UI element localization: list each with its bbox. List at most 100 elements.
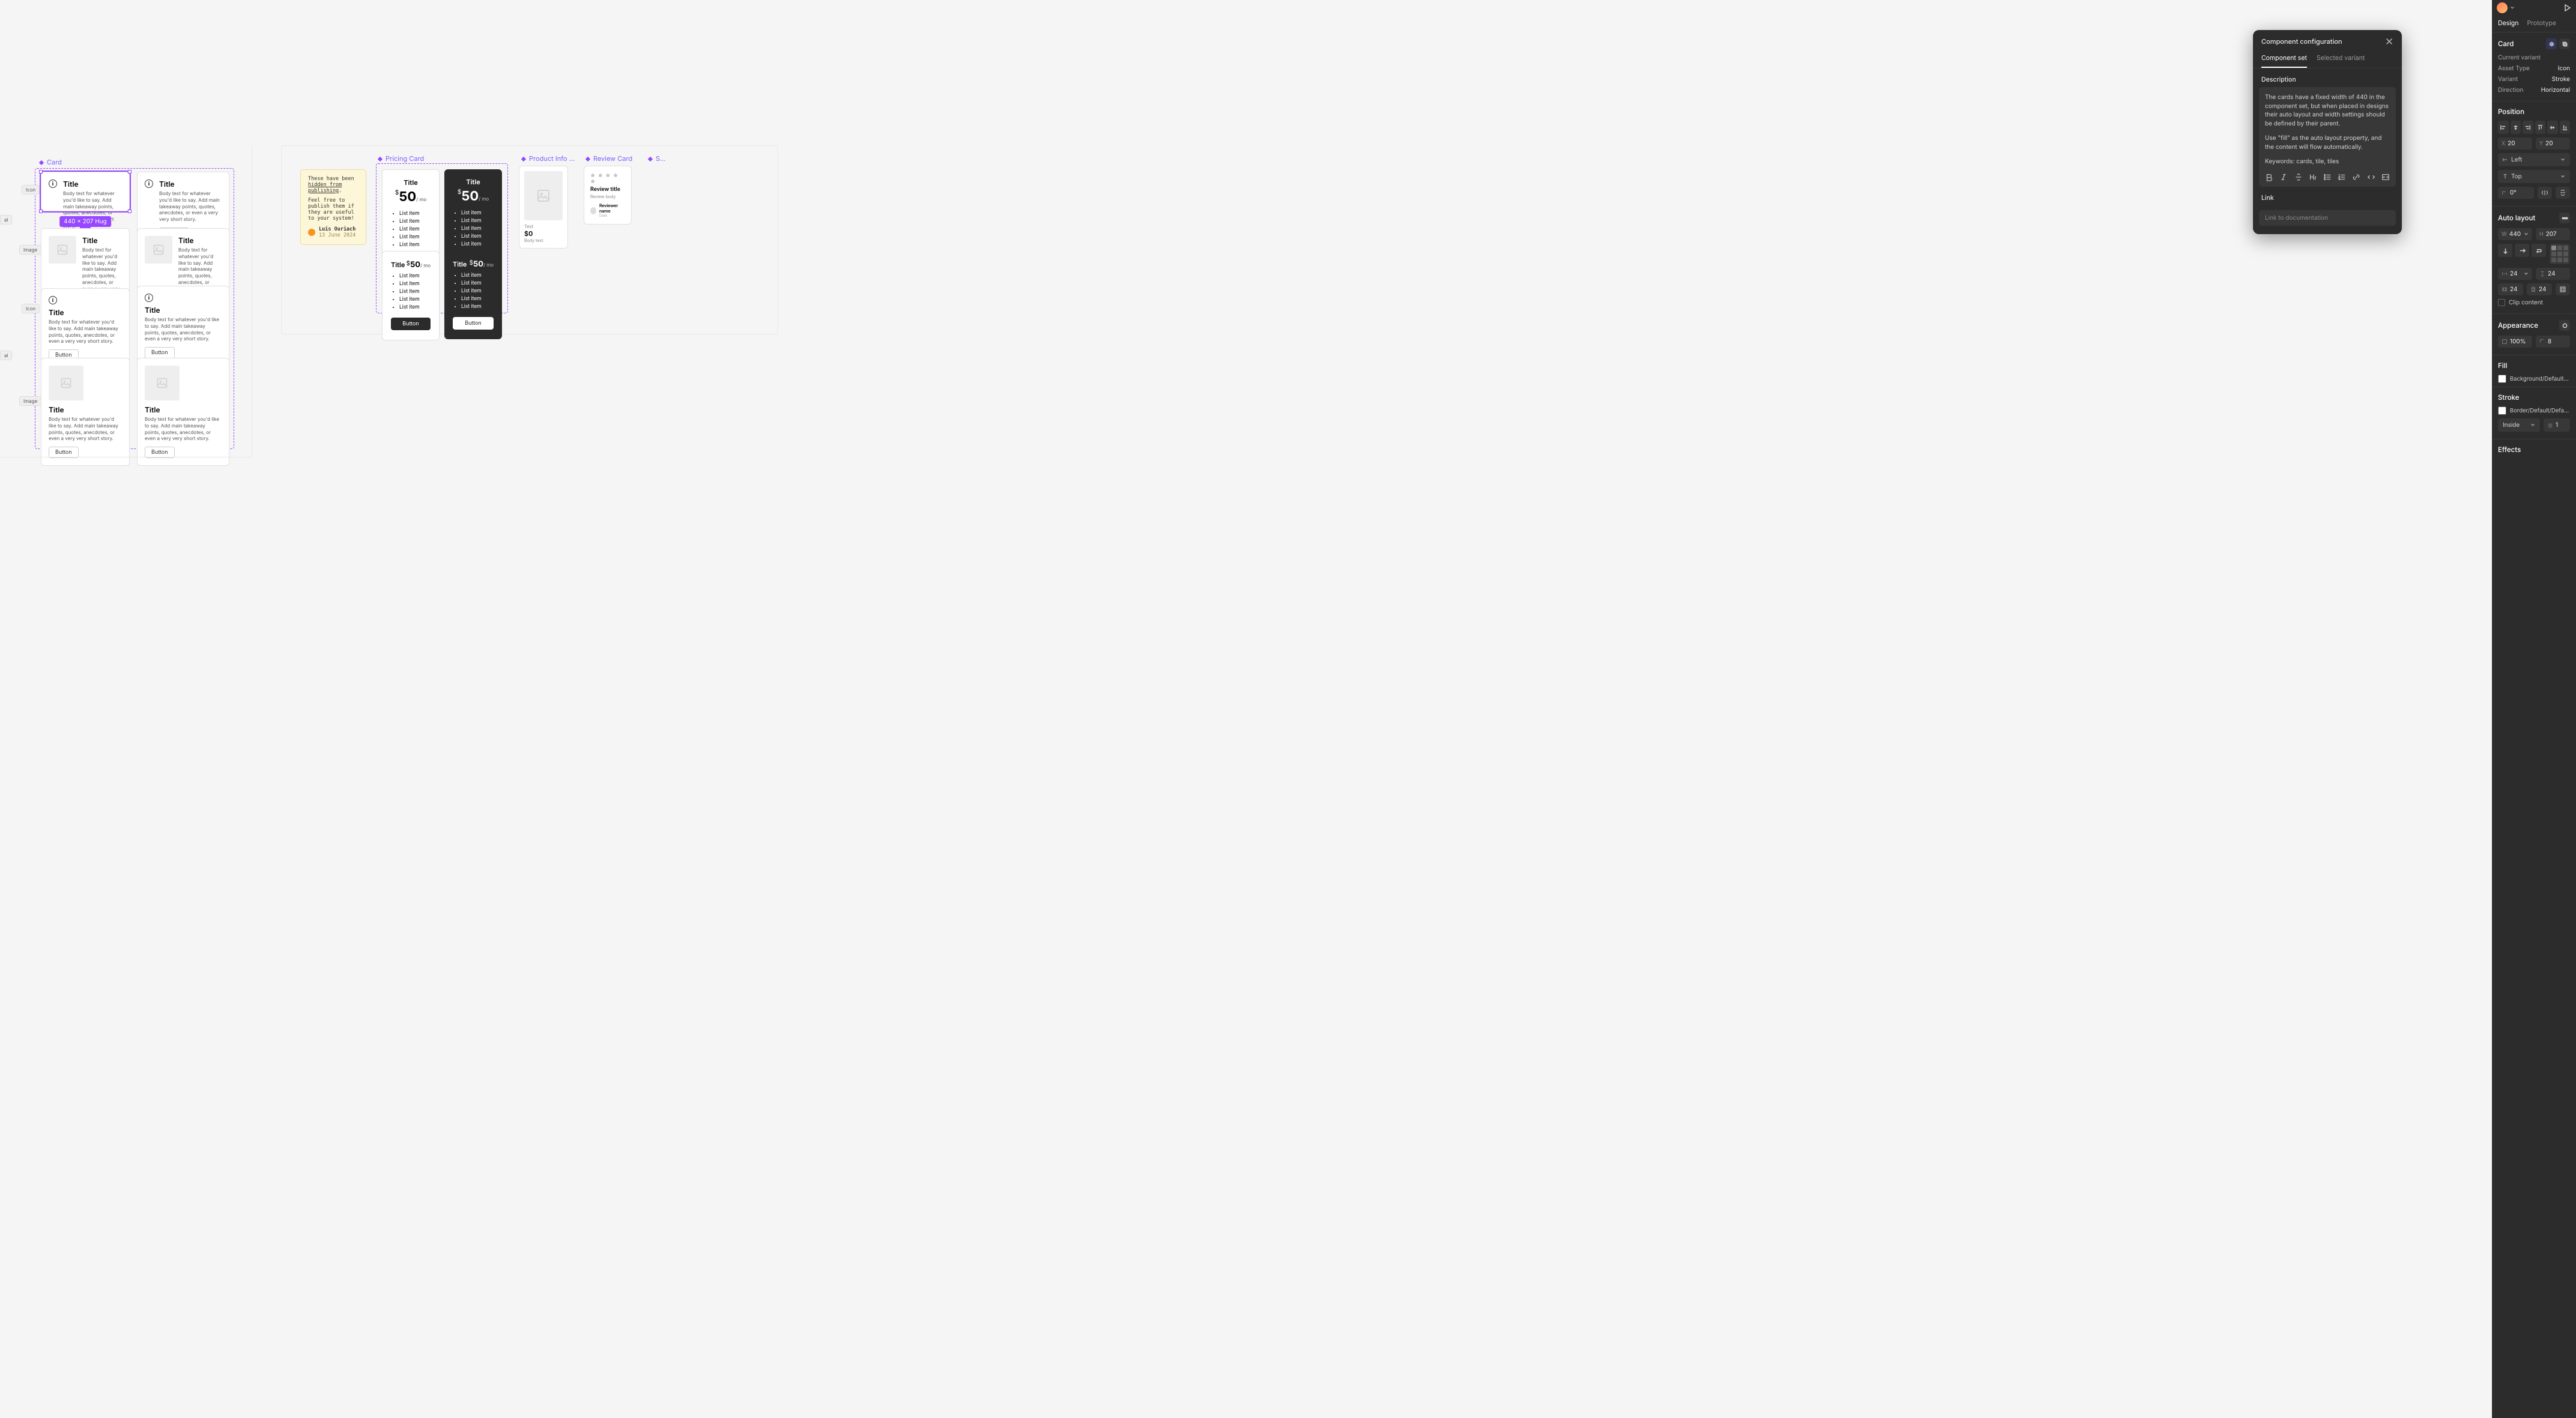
- align-top-icon[interactable]: [2535, 121, 2546, 134]
- review-body: Review body: [590, 194, 625, 199]
- section-title-autolayout: Auto layout: [2498, 214, 2535, 222]
- review-stars: ☆ ☆ ☆ ☆ ☆: [590, 172, 625, 184]
- clip-content-label: Clip content: [2509, 299, 2543, 306]
- note-date: 13 June 2024: [319, 232, 355, 238]
- close-icon[interactable]: [2385, 37, 2393, 46]
- y-field[interactable]: Y20: [2536, 137, 2570, 149]
- x-field[interactable]: X20: [2498, 137, 2532, 149]
- heading-icon[interactable]: [2309, 172, 2317, 182]
- opacity-field[interactable]: 100%: [2498, 336, 2532, 348]
- sticky-note[interactable]: These have been hidden from publishing. …: [300, 169, 366, 245]
- pricing-list: List itemList itemList itemList itemList…: [453, 273, 494, 310]
- align-left-icon[interactable]: [2498, 121, 2509, 134]
- code-icon[interactable]: [2367, 172, 2375, 182]
- pricing-list: List itemList itemList itemList itemList…: [391, 273, 431, 310]
- note-avatar: [308, 229, 315, 236]
- bullet-list-icon[interactable]: [2323, 172, 2332, 182]
- frame-label-pricing[interactable]: Pricing Card: [377, 154, 424, 163]
- fill-style-name: Background/Default/…: [2510, 376, 2570, 382]
- selection-name: Card: [2498, 40, 2514, 48]
- direction-wrap-icon[interactable]: [2532, 244, 2546, 257]
- clip-content-checkbox[interactable]: [2498, 299, 2505, 306]
- stroke-value[interactable]: Border/Default/Default: [2498, 406, 2570, 415]
- description-p1: The cards have a fixed width of 440 in t…: [2265, 93, 2390, 128]
- align-right-icon[interactable]: [2523, 121, 2533, 134]
- width-field[interactable]: W440: [2498, 228, 2532, 240]
- tab-selected-variant[interactable]: Selected variant: [2317, 50, 2365, 68]
- review-card[interactable]: ☆ ☆ ☆ ☆ ☆ Review title Review body Revie…: [584, 166, 632, 225]
- pricing-button[interactable]: Button: [391, 318, 431, 330]
- height-field[interactable]: H207: [2536, 228, 2570, 240]
- vertical-align-dropdown[interactable]: Top: [2498, 170, 2570, 183]
- current-variant-label: Current variant: [2498, 54, 2541, 61]
- section-title-position: Position: [2498, 107, 2524, 116]
- pricing-title: Title: [391, 178, 431, 187]
- product-body: Body text.: [524, 238, 563, 243]
- section-title-appearance: Appearance: [2498, 321, 2538, 330]
- play-icon[interactable]: [2563, 4, 2571, 12]
- padding-detail-icon[interactable]: [2556, 283, 2570, 295]
- stroke-position-dropdown[interactable]: Inside: [2498, 418, 2540, 432]
- prop-value[interactable]: Stroke: [2552, 76, 2570, 83]
- direction-horizontal-icon[interactable]: [2515, 244, 2529, 257]
- flip-h-icon[interactable]: [2538, 187, 2552, 199]
- rotation-field[interactable]: 0°: [2498, 187, 2534, 199]
- padding-v-field[interactable]: 24: [2527, 283, 2552, 295]
- link-input[interactable]: Link to documentation: [2259, 210, 2396, 226]
- description-label: Description: [2253, 68, 2402, 87]
- page-frame: [0, 145, 252, 457]
- strikethrough-icon[interactable]: [2294, 172, 2302, 182]
- component-icon: [647, 155, 653, 161]
- gap-h-field[interactable]: 24: [2498, 268, 2532, 280]
- gap-v-field[interactable]: 24: [2536, 268, 2570, 280]
- padding-h-field[interactable]: 24: [2498, 283, 2523, 295]
- inspector-panel: Design Prototype Card Current variant As…: [2492, 0, 2576, 1418]
- product-price: $0: [524, 229, 563, 238]
- radius-field[interactable]: 8: [2536, 336, 2570, 348]
- component-icon: [377, 155, 383, 161]
- frame-label-product[interactable]: Product Info …: [521, 154, 575, 163]
- align-vcenter-icon[interactable]: [2547, 121, 2558, 134]
- section-title-fill: Fill: [2498, 361, 2507, 370]
- prop-value[interactable]: Horizontal: [2541, 86, 2570, 94]
- frame-label-review[interactable]: Review Card: [585, 154, 632, 163]
- description-keywords: Keywords: cards, tile, tiles: [2265, 157, 2390, 166]
- autolayout-settings-icon[interactable]: [2559, 213, 2570, 223]
- settings-icon[interactable]: [2546, 38, 2557, 49]
- pricing-card-light-compact[interactable]: Title $50/ mo List itemList itemList ite…: [382, 251, 440, 340]
- link-label: Link: [2253, 187, 2402, 205]
- numbered-list-icon[interactable]: [2338, 172, 2346, 182]
- italic-icon[interactable]: [2279, 172, 2288, 182]
- frame-label-extra[interactable]: S…: [647, 154, 666, 163]
- bold-icon[interactable]: [2265, 172, 2273, 182]
- pricing-button[interactable]: Button: [453, 317, 494, 330]
- align-bottom-icon[interactable]: [2560, 121, 2571, 134]
- tab-component-set[interactable]: Component set: [2261, 50, 2307, 68]
- stroke-weight-field[interactable]: 1: [2544, 418, 2570, 432]
- tab-prototype[interactable]: Prototype: [2527, 19, 2556, 32]
- chevron-down-icon[interactable]: [2510, 5, 2515, 10]
- prop-value[interactable]: Icon: [2558, 65, 2570, 72]
- reviewer-avatar: [590, 207, 596, 214]
- align-hcenter-icon[interactable]: [2511, 121, 2521, 134]
- pricing-price: $50/ mo: [453, 189, 494, 204]
- pricing-card-dark-compact[interactable]: Title $50/ mo List itemList itemList ite…: [444, 251, 502, 339]
- appearance-settings-icon[interactable]: [2559, 320, 2570, 331]
- product-card[interactable]: Text $0 Body text.: [519, 166, 568, 249]
- pricing-title: Title: [453, 178, 494, 186]
- prop-key: Asset Type: [2498, 65, 2530, 72]
- user-avatar[interactable]: [2497, 2, 2508, 13]
- flip-v-icon[interactable]: [2556, 187, 2570, 199]
- description-editor[interactable]: The cards have a fixed width of 440 in t…: [2259, 87, 2396, 187]
- component-config-modal[interactable]: Component configuration Component set Se…: [2253, 30, 2402, 234]
- section-title-effects: Effects: [2498, 445, 2521, 454]
- horizontal-align-dropdown[interactable]: Left: [2498, 153, 2570, 166]
- fill-value[interactable]: Background/Default/…: [2498, 375, 2570, 383]
- canvas[interactable]: Card Icon al Image Icon al Image Stroke …: [0, 0, 2492, 1418]
- link-icon[interactable]: [2352, 172, 2360, 182]
- duplicate-icon[interactable]: [2559, 38, 2570, 49]
- direction-vertical-icon[interactable]: [2498, 244, 2512, 257]
- tab-design[interactable]: Design: [2498, 19, 2518, 32]
- code-block-icon[interactable]: [2381, 172, 2390, 182]
- alignment-grid[interactable]: [2550, 244, 2570, 264]
